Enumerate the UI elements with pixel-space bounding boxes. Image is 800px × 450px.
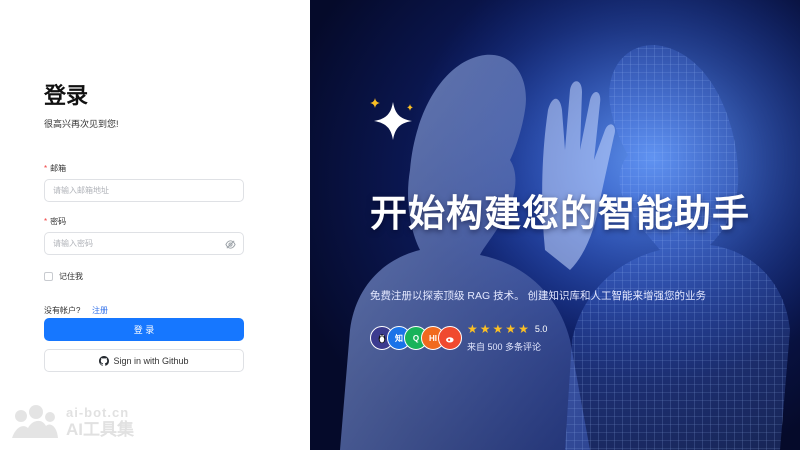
- avatar-group: 知 Q HI: [370, 326, 462, 350]
- hero-title: 开始构建您的智能助手: [370, 193, 750, 234]
- remember-label: 记住我: [59, 272, 83, 281]
- weibo-icon: [445, 336, 454, 342]
- star-icon: ★: [479, 322, 491, 336]
- password-label-text: 密码: [50, 217, 67, 226]
- required-mark: *: [44, 217, 48, 226]
- no-account-text: 没有帐户?: [44, 306, 81, 315]
- star-icon: ★: [505, 322, 517, 336]
- avatar: [438, 326, 462, 350]
- rating: ★ ★ ★ ★ ★ 5.0: [467, 323, 547, 335]
- email-label: * 邮箱: [44, 163, 66, 174]
- star-icon: ★: [467, 322, 478, 336]
- login-button[interactable]: 登 录: [44, 318, 244, 341]
- reviews-count: 来自 500 多条评论: [467, 342, 542, 352]
- rating-score: 5.0: [534, 324, 548, 334]
- remember-me[interactable]: 记住我: [44, 271, 83, 282]
- page-subtitle: 很高兴再次见到您!: [44, 119, 119, 129]
- eye-off-icon[interactable]: [225, 239, 236, 250]
- watermark-line2: AI工具集: [66, 420, 134, 439]
- github-signin-button[interactable]: Sign in with Github: [44, 349, 244, 372]
- github-icon: [99, 355, 110, 366]
- watermark-text: ai-bot.cn AI工具集: [66, 406, 134, 438]
- register-link[interactable]: 注册: [92, 305, 108, 316]
- hero-panel: 开始构建您的智能助手 免费注册以探索顶级 RAG 技术。 创建知识库和人工智能来…: [310, 0, 800, 450]
- email-label-text: 邮箱: [50, 164, 67, 173]
- github-button-label: Sign in with Github: [113, 355, 189, 366]
- password-field[interactable]: [44, 232, 244, 255]
- hero-description: 免费注册以探索顶级 RAG 技术。 创建知识库和人工智能来增强您的业务: [370, 290, 707, 302]
- email-input[interactable]: [45, 180, 243, 201]
- star-icon: ★: [492, 322, 504, 336]
- login-panel: 登录 很高兴再次见到您! *邮箱 *密码 记住我 没有帐户? 注册 登 录 Si…: [0, 0, 310, 450]
- sparkle-icon: [370, 98, 413, 140]
- login-button-label: 登 录: [133, 325, 155, 335]
- email-field[interactable]: [44, 179, 244, 202]
- star-icon: ★: [518, 322, 529, 336]
- watermark-line1: ai-bot.cn: [66, 405, 130, 420]
- required-mark: *: [44, 164, 48, 173]
- password-input[interactable]: [45, 233, 243, 254]
- remember-checkbox[interactable]: [44, 272, 53, 281]
- watermark: ai-bot.cn AI工具集: [10, 404, 134, 440]
- page-title: 登录: [44, 83, 89, 108]
- password-label: * 密码: [44, 216, 66, 227]
- watermark-logo: [12, 405, 58, 438]
